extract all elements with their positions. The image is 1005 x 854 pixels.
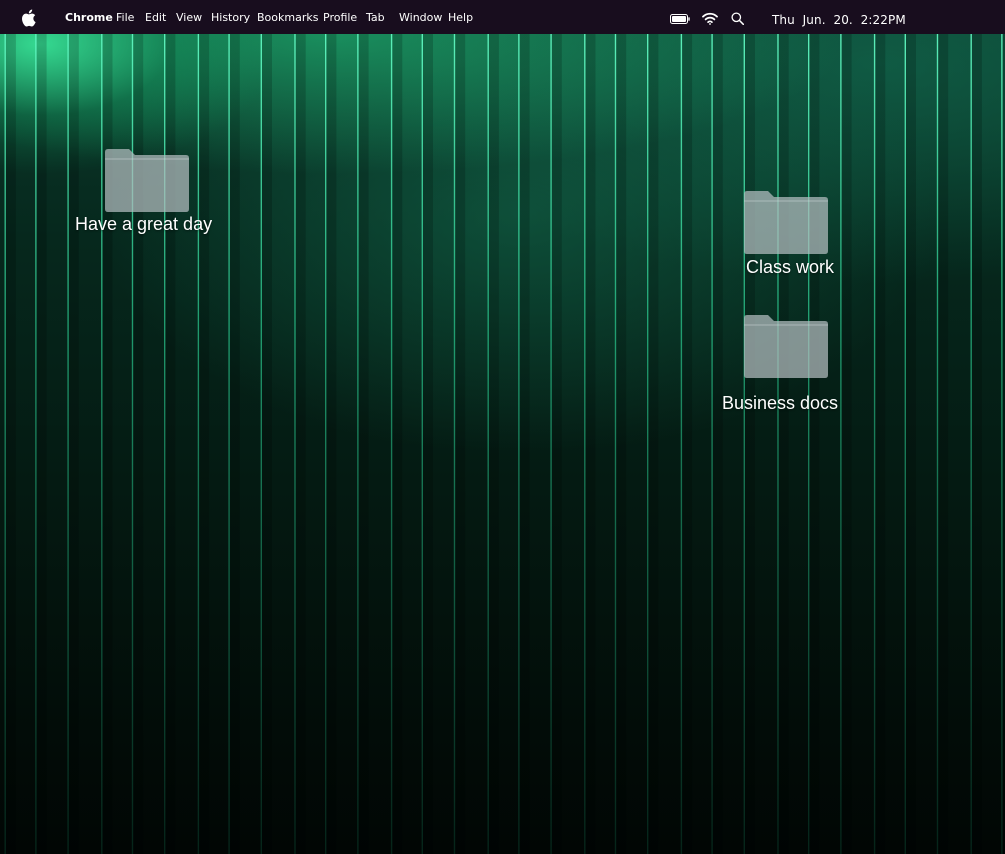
folder-icon <box>744 191 828 254</box>
menu-view[interactable]: View <box>176 11 202 25</box>
search-icon[interactable] <box>731 12 744 25</box>
menu-tab[interactable]: Tab <box>366 11 385 25</box>
folder-label: Business docs <box>722 393 839 413</box>
menu-edit[interactable]: Edit <box>145 11 166 25</box>
menu-clock[interactable]: Thu Jun. 20. 2:22PM <box>772 13 906 27</box>
folder-label: Class work <box>746 257 835 277</box>
folder-icon <box>744 315 828 378</box>
apple-logo-icon[interactable] <box>20 9 37 27</box>
wifi-icon[interactable] <box>702 12 718 25</box>
desktop-folder-have-a-great-day[interactable]: Have a great day <box>74 148 224 236</box>
desktop-folder-business-docs[interactable]: Business docs <box>722 314 852 414</box>
desktop-folder-class-work[interactable]: Class work <box>744 190 844 280</box>
menu-app-name[interactable]: Chrome <box>65 11 113 25</box>
menu-window[interactable]: Window <box>399 11 442 25</box>
menu-file[interactable]: File <box>116 11 134 25</box>
folder-label: Have a great day <box>75 214 213 234</box>
menu-history[interactable]: History <box>211 11 250 25</box>
menu-bar: Chrome File Edit View History Bookmarks … <box>0 0 1005 34</box>
menu-profile[interactable]: Profile <box>323 11 357 25</box>
menu-help[interactable]: Help <box>448 11 473 25</box>
battery-icon[interactable] <box>670 14 690 24</box>
folder-icon <box>105 149 189 212</box>
desktop[interactable]: Have a great day Class work Business doc… <box>0 34 1005 854</box>
menu-bookmarks[interactable]: Bookmarks <box>257 11 318 25</box>
